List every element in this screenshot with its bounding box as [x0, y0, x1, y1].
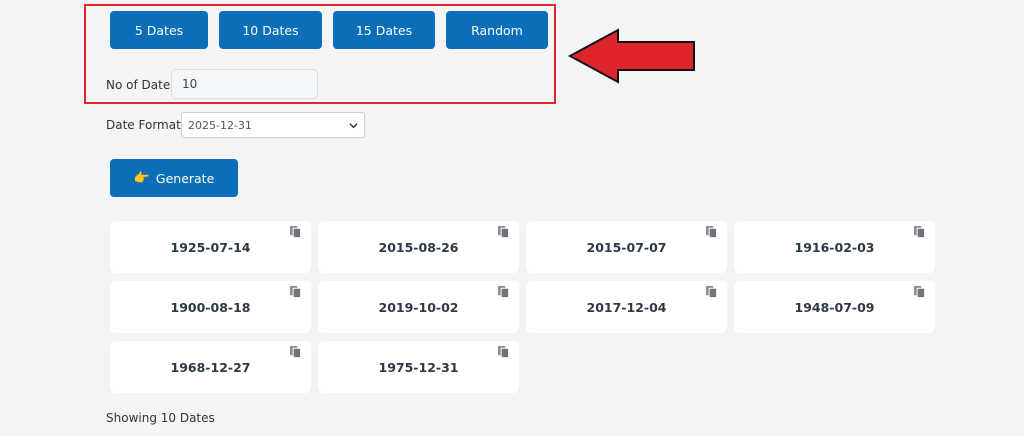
copy-icon[interactable] [497, 225, 510, 238]
date-value: 1975-12-31 [378, 359, 459, 375]
date-value: 2019-10-02 [378, 299, 459, 315]
count-input[interactable] [171, 69, 318, 99]
date-value: 2017-12-04 [586, 299, 667, 315]
copy-icon[interactable] [289, 285, 302, 298]
date-card: 1968-12-27 [110, 341, 311, 393]
date-value: 1916-02-03 [794, 239, 875, 255]
copy-icon[interactable] [913, 225, 926, 238]
date-value: 2015-08-26 [378, 239, 459, 255]
results-summary: Showing 10 Dates [106, 411, 215, 425]
five-dates-button[interactable]: 5 Dates [110, 11, 208, 49]
date-card: 1948-07-09 [734, 281, 935, 333]
count-label: No of Date: [106, 78, 175, 92]
chevron-down-icon [349, 122, 358, 128]
date-card: 2019-10-02 [318, 281, 519, 333]
date-format-value: 2025-12-31 [188, 118, 252, 132]
date-card: 2015-07-07 [526, 221, 727, 273]
date-value: 1948-07-09 [794, 299, 875, 315]
date-card: 1975-12-31 [318, 341, 519, 393]
date-format-select[interactable]: 2025-12-31 [181, 112, 365, 138]
date-card: 1925-07-14 [110, 221, 311, 273]
date-value: 2015-07-07 [586, 239, 667, 255]
date-value: 1968-12-27 [170, 359, 251, 375]
date-value: 1925-07-14 [170, 239, 251, 255]
generate-button[interactable]: 👉 Generate [110, 159, 238, 197]
copy-icon[interactable] [497, 285, 510, 298]
copy-icon[interactable] [913, 285, 926, 298]
date-card: 1900-08-18 [110, 281, 311, 333]
generate-label: Generate [155, 170, 215, 186]
copy-icon[interactable] [497, 345, 510, 358]
date-generator-page: 5 Dates 10 Dates 15 Dates Random No of D… [0, 0, 1024, 436]
format-label: Date Format: [106, 118, 185, 132]
date-card: 2017-12-04 [526, 281, 727, 333]
date-card: 1916-02-03 [734, 221, 935, 273]
random-button[interactable]: Random [446, 11, 548, 49]
date-value: 1900-08-18 [170, 299, 251, 315]
pointing-hand-icon: 👉 [133, 170, 150, 186]
ten-dates-button[interactable]: 10 Dates [219, 11, 322, 49]
copy-icon[interactable] [289, 225, 302, 238]
copy-icon[interactable] [705, 225, 718, 238]
date-card: 2015-08-26 [318, 221, 519, 273]
copy-icon[interactable] [289, 345, 302, 358]
copy-icon[interactable] [705, 285, 718, 298]
fifteen-dates-button[interactable]: 15 Dates [333, 11, 435, 49]
left-arrow-annotation [568, 28, 695, 84]
